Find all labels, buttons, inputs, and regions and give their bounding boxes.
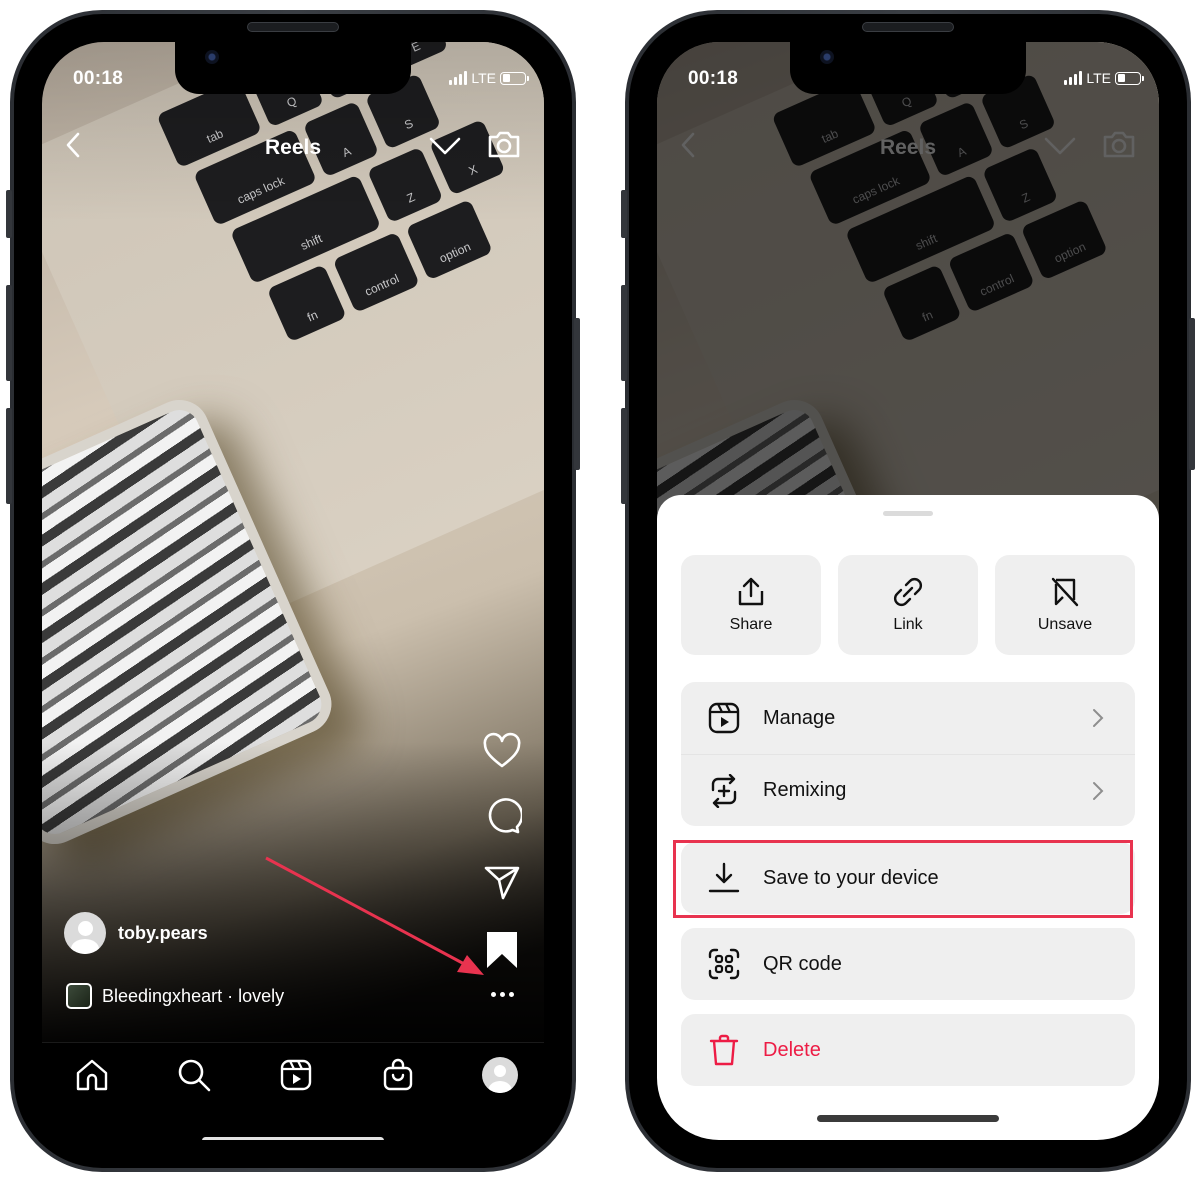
- save-to-device-label: Save to your device: [763, 866, 939, 889]
- battery-icon: [500, 71, 529, 85]
- delete-row[interactable]: Delete: [681, 1014, 1135, 1086]
- bookmark-filled-icon[interactable]: [482, 930, 522, 970]
- volume-down-button: [621, 408, 627, 504]
- options-group-qr: QR code: [681, 928, 1135, 1000]
- share-button[interactable]: Share: [681, 555, 821, 655]
- signal-icon: [1064, 71, 1083, 85]
- battery-icon: [1115, 71, 1144, 85]
- author-avatar[interactable]: [64, 912, 106, 954]
- qr-code-row[interactable]: QR code: [681, 928, 1135, 1000]
- status-indicators: LTE: [449, 70, 529, 86]
- screen-reels: tab caps lock shift fn control option Q …: [42, 42, 544, 1140]
- dynamic-notch: [175, 42, 411, 94]
- mute-switch: [621, 190, 627, 238]
- page-title: Reels: [264, 136, 322, 159]
- unsave-bookmark-icon: [1051, 577, 1079, 607]
- network-type: LTE: [471, 70, 496, 86]
- status-time: 00:18: [688, 68, 739, 89]
- reels-manage-icon: [708, 702, 740, 734]
- chevron-right-icon: [1093, 709, 1104, 727]
- status-time: 00:18: [73, 68, 124, 89]
- phone-left: tab caps lock shift fn control option Q …: [6, 10, 580, 1172]
- qr-code-icon: [708, 948, 740, 980]
- reel-author[interactable]: toby.pears: [64, 912, 208, 954]
- volume-down-button: [6, 408, 12, 504]
- audio-thumbnail: [66, 983, 92, 1009]
- remix-icon: [711, 773, 737, 808]
- chevron-down-icon[interactable]: [428, 130, 462, 160]
- home-indicator[interactable]: [202, 1137, 384, 1140]
- status-indicators: LTE: [1064, 70, 1144, 86]
- more-horizontal-icon[interactable]: [491, 992, 514, 997]
- options-group-save: Save to your device: [681, 842, 1135, 914]
- unsave-button[interactable]: Unsave: [995, 555, 1135, 655]
- link-button[interactable]: Link: [838, 555, 978, 655]
- power-button: [1189, 318, 1195, 470]
- quick-actions: Share Link Unsave: [681, 555, 1135, 655]
- power-button: [574, 318, 580, 470]
- paper-plane-icon[interactable]: [482, 862, 522, 902]
- sheet-grabber[interactable]: [883, 511, 933, 516]
- dynamic-notch: [790, 42, 1026, 94]
- options-bottom-sheet: Share Link Unsave Manage Remixing Save t…: [657, 495, 1159, 1140]
- author-username[interactable]: toby.pears: [118, 923, 208, 944]
- unsave-label: Unsave: [1037, 616, 1093, 633]
- link-icon: [894, 578, 922, 606]
- share-upload-icon: [738, 577, 764, 606]
- shop-bag-icon[interactable]: [380, 1057, 416, 1093]
- phone-right: tab caps lock shift fn control option Q …: [621, 10, 1195, 1172]
- comment-icon[interactable]: [482, 796, 522, 836]
- manage-row[interactable]: Manage: [681, 682, 1135, 754]
- camera-icon[interactable]: [486, 126, 522, 162]
- earpiece-speaker: [862, 22, 954, 32]
- heart-icon[interactable]: [482, 732, 522, 772]
- search-icon[interactable]: [176, 1057, 212, 1093]
- trash-icon: [709, 1034, 739, 1066]
- reels-icon[interactable]: [278, 1057, 314, 1093]
- network-type: LTE: [1086, 70, 1111, 86]
- front-camera: [820, 50, 834, 64]
- remixing-label: Remixing: [763, 779, 847, 801]
- home-icon[interactable]: [74, 1057, 110, 1093]
- bezel: tab caps lock shift fn control option Q …: [14, 14, 572, 1168]
- download-icon: [708, 862, 740, 893]
- mute-switch: [6, 190, 12, 238]
- video-gradient-overlay: [42, 42, 544, 1042]
- bezel: tab caps lock shift fn control option Q …: [629, 14, 1187, 1168]
- qr-code-label: QR code: [763, 952, 842, 975]
- remixing-row[interactable]: Remixing: [681, 754, 1135, 826]
- volume-up-button: [621, 285, 627, 381]
- options-group-delete: Delete: [681, 1014, 1135, 1086]
- volume-up-button: [6, 285, 12, 381]
- reel-audio[interactable]: Bleedingxheart · lovely: [66, 983, 284, 1009]
- status-bar: 00:18 LTE: [657, 42, 1159, 98]
- delete-label: Delete: [763, 1038, 821, 1061]
- reels-header: Reels: [42, 122, 544, 172]
- screen-reels-options: tab caps lock shift fn control option Q …: [657, 42, 1159, 1140]
- manage-label: Manage: [763, 706, 836, 729]
- signal-icon: [449, 71, 468, 85]
- bottom-tab-bar: [42, 1042, 544, 1140]
- chevron-right-icon: [1093, 781, 1104, 800]
- options-group-manage: Manage Remixing: [681, 682, 1135, 826]
- earpiece-speaker: [247, 22, 339, 32]
- home-indicator[interactable]: [817, 1115, 999, 1122]
- profile-avatar-icon[interactable]: [482, 1057, 518, 1093]
- share-label: Share: [729, 616, 773, 633]
- reel-video[interactable]: tab caps lock shift fn control option Q …: [42, 42, 544, 1042]
- link-label: Link: [893, 616, 923, 633]
- status-bar: 00:18 LTE: [42, 42, 544, 98]
- front-camera: [205, 50, 219, 64]
- audio-title[interactable]: Bleedingxheart · lovely: [102, 986, 284, 1007]
- save-to-device-row[interactable]: Save to your device: [681, 842, 1135, 914]
